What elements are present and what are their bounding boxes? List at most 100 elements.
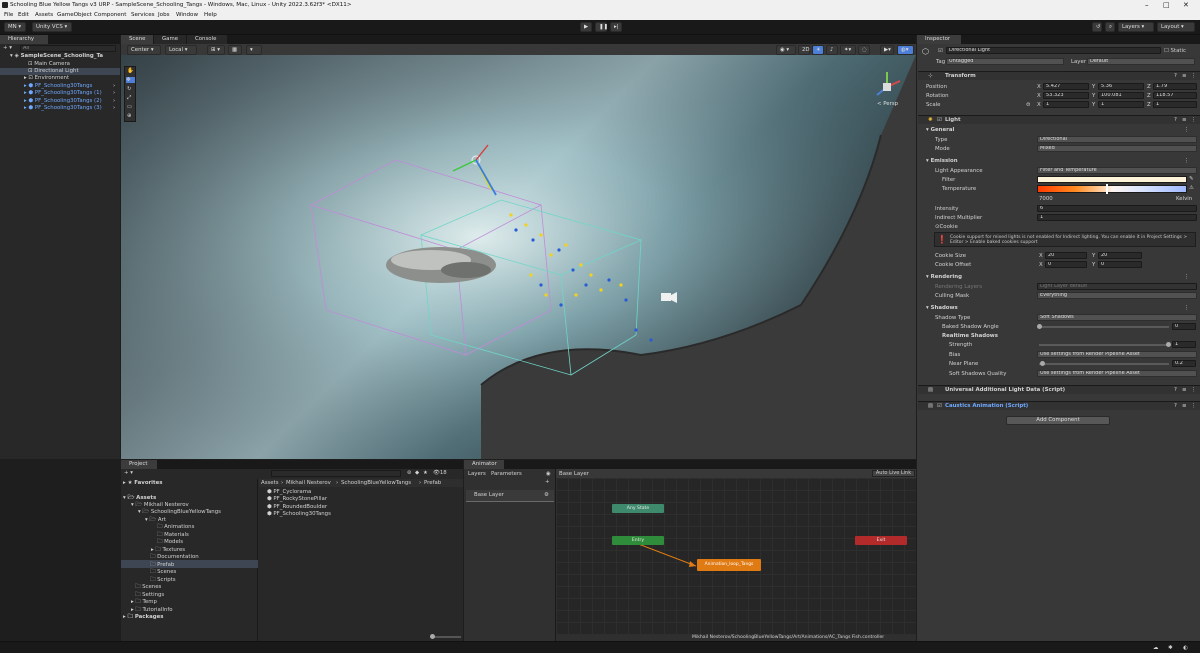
- file-pf-roundedboulder[interactable]: ⬢ PF_RoundedBoulder: [267, 504, 327, 510]
- bias-dropdown[interactable]: Use settings from Render Pipeline Asset: [1037, 351, 1197, 358]
- parameters-tab[interactable]: Parameters: [491, 471, 522, 477]
- help-icon[interactable]: ?: [1174, 73, 1177, 79]
- hierarchy-search-input[interactable]: All: [20, 45, 116, 52]
- tab-hierarchy[interactable]: Hierarchy: [0, 35, 48, 44]
- breadcrumb-prefab[interactable]: Prefab: [424, 480, 441, 486]
- hierarchy-item-prefab-0[interactable]: ▸ ⬢ PF_Schooling30Tangs: [24, 83, 92, 89]
- breadcrumb-assets[interactable]: Assets: [261, 480, 279, 486]
- hierarchy-item-directional-light[interactable]: ⊡ Directional Light: [28, 68, 79, 74]
- position-z[interactable]: 1.79: [1153, 83, 1197, 90]
- icon-size-slider[interactable]: [431, 636, 461, 638]
- menu-file[interactable]: File: [4, 12, 13, 18]
- tree-packages[interactable]: ▸ 🗀 Packages: [123, 613, 163, 622]
- tab-inspector[interactable]: Inspector: [917, 35, 961, 44]
- tag-dropdown[interactable]: Untagged: [946, 58, 1064, 65]
- slider-handle[interactable]: [1037, 324, 1042, 329]
- layer-crumb[interactable]: Base Layer: [559, 471, 589, 477]
- scale-z[interactable]: 1: [1153, 101, 1197, 108]
- hierarchy-item-main-camera[interactable]: ⊡ Main Camera: [28, 61, 70, 67]
- tab-console[interactable]: Console: [187, 35, 227, 44]
- project-search-input[interactable]: [271, 470, 401, 477]
- state-entry[interactable]: Entry: [612, 536, 664, 545]
- scale-tool-icon[interactable]: ⤢: [127, 95, 131, 102]
- play-button[interactable]: ▶: [580, 22, 592, 32]
- maximize-button[interactable]: □: [1163, 1, 1170, 9]
- pivot-dropdown[interactable]: Center ▾: [127, 45, 161, 55]
- effects-toggle[interactable]: ✦▾: [840, 45, 856, 55]
- gear-icon[interactable]: ⚙: [544, 492, 549, 498]
- preset-icon[interactable]: ≡: [1182, 403, 1187, 409]
- persp-label[interactable]: < Persp: [877, 101, 898, 107]
- hierarchy-item-prefab-1[interactable]: ▸ ⬢ PF_Schooling30Tangs (1): [24, 90, 102, 96]
- chevron-right-icon[interactable]: ›: [113, 83, 115, 89]
- more-icon[interactable]: ⋮: [1184, 158, 1189, 164]
- scene-root[interactable]: ▾ ◈ SampleScene_Schooling_Ta: [10, 53, 103, 59]
- move-tool-icon[interactable]: ✥: [126, 77, 135, 83]
- help-icon[interactable]: ?: [1174, 117, 1177, 123]
- rendering-section[interactable]: ▾ Rendering: [926, 274, 962, 280]
- hierarchy-item-prefab-3[interactable]: ▸ ⬢ PF_Schooling30Tangs (3): [24, 105, 102, 111]
- chevron-right-icon[interactable]: ›: [113, 90, 115, 96]
- history-icon[interactable]: ↺: [1092, 22, 1102, 32]
- chevron-right-icon[interactable]: ›: [113, 105, 115, 111]
- more-icon[interactable]: ⋮: [1191, 73, 1196, 79]
- cloud-icon[interactable]: ☁: [1153, 645, 1158, 651]
- bug-icon[interactable]: ✱: [1168, 645, 1173, 651]
- light-header[interactable]: ✺ ☑ Light ? ≡ ⋮: [918, 115, 1200, 124]
- orientation-gizmo[interactable]: [869, 69, 905, 105]
- object-name-field[interactable]: Directional Light: [946, 47, 1161, 54]
- visibility-eye-icon[interactable]: ◉: [546, 471, 551, 477]
- rotation-z[interactable]: 118.57: [1153, 92, 1197, 99]
- menu-edit[interactable]: Edit: [18, 12, 29, 18]
- baked-angle-field[interactable]: 0: [1172, 323, 1196, 330]
- temperature-slider[interactable]: [1037, 185, 1187, 193]
- file-pf-cyclorama[interactable]: ⬢ PF_Cyclorama: [267, 489, 311, 495]
- eyedropper-icon[interactable]: ✎: [1189, 176, 1194, 182]
- mode-dropdown[interactable]: Mixed: [1037, 145, 1197, 152]
- lighting-status-icon[interactable]: ◐: [1183, 645, 1188, 651]
- project-add-button[interactable]: + ▾: [124, 470, 133, 476]
- cookie-size-x[interactable]: 20: [1045, 252, 1087, 259]
- lighting-toggle[interactable]: ☀: [812, 45, 824, 55]
- more-icon[interactable]: ⋮: [1184, 305, 1189, 311]
- tab-project[interactable]: Project: [121, 460, 157, 469]
- minimize-button[interactable]: –: [1145, 1, 1149, 9]
- shadow-type-dropdown[interactable]: Soft Shadows: [1037, 314, 1197, 321]
- hierarchy-item-environment[interactable]: ▸ ⊡ Environment: [24, 75, 69, 81]
- menu-component[interactable]: Component: [94, 12, 126, 18]
- add-button[interactable]: + ▾: [3, 45, 12, 51]
- culling-dropdown[interactable]: Everything: [1037, 292, 1197, 299]
- enabled-checkbox[interactable]: ☑: [937, 403, 942, 409]
- cookie-offset-x[interactable]: 0: [1045, 261, 1087, 268]
- layers-tab[interactable]: Layers: [468, 471, 486, 477]
- hand-tool-icon[interactable]: ✋: [127, 68, 134, 74]
- soft-shadows-quality-dropdown[interactable]: Use settings from Render Pipeline Asset: [1037, 370, 1197, 377]
- transform-tool-icon[interactable]: ⊕: [127, 113, 132, 119]
- emission-section[interactable]: ▾ Emission: [926, 158, 958, 164]
- account-button[interactable]: MN ▾: [4, 22, 26, 32]
- menu-services[interactable]: Services: [131, 12, 155, 18]
- menu-jobs[interactable]: Jobs: [158, 12, 170, 18]
- rect-tool-icon[interactable]: ▭: [127, 104, 132, 110]
- help-icon[interactable]: ?: [1174, 387, 1177, 393]
- gizmos-dropdown[interactable]: ◍▾: [897, 45, 914, 55]
- favorites-item[interactable]: ▸ ★ Favorites: [123, 480, 162, 486]
- layers-dropdown[interactable]: Layers ▾: [1118, 22, 1154, 32]
- more-icon[interactable]: ⋮: [1184, 127, 1189, 133]
- cookie-offset-y[interactable]: 0: [1098, 261, 1142, 268]
- more-icon[interactable]: ⋮: [1184, 274, 1189, 280]
- add-layer-button[interactable]: +: [545, 479, 550, 485]
- filter-color-swatch[interactable]: [1037, 176, 1187, 183]
- slider-handle[interactable]: [1040, 361, 1045, 366]
- star-icon[interactable]: ★: [423, 470, 428, 476]
- menu-assets[interactable]: Assets: [35, 12, 53, 18]
- position-x[interactable]: 5.427: [1043, 83, 1089, 90]
- menu-help[interactable]: Help: [204, 12, 217, 18]
- near-plane-slider[interactable]: [1039, 363, 1169, 365]
- layout-dropdown[interactable]: Layout ▾: [1157, 22, 1195, 32]
- position-y[interactable]: 5.36: [1098, 83, 1144, 90]
- temperature-value[interactable]: 7000: [1039, 196, 1053, 202]
- enabled-checkbox[interactable]: ☑: [937, 117, 942, 123]
- state-default-anim[interactable]: Animation_loop_Tangs: [697, 559, 761, 571]
- more-icon[interactable]: ⋮: [1191, 403, 1196, 409]
